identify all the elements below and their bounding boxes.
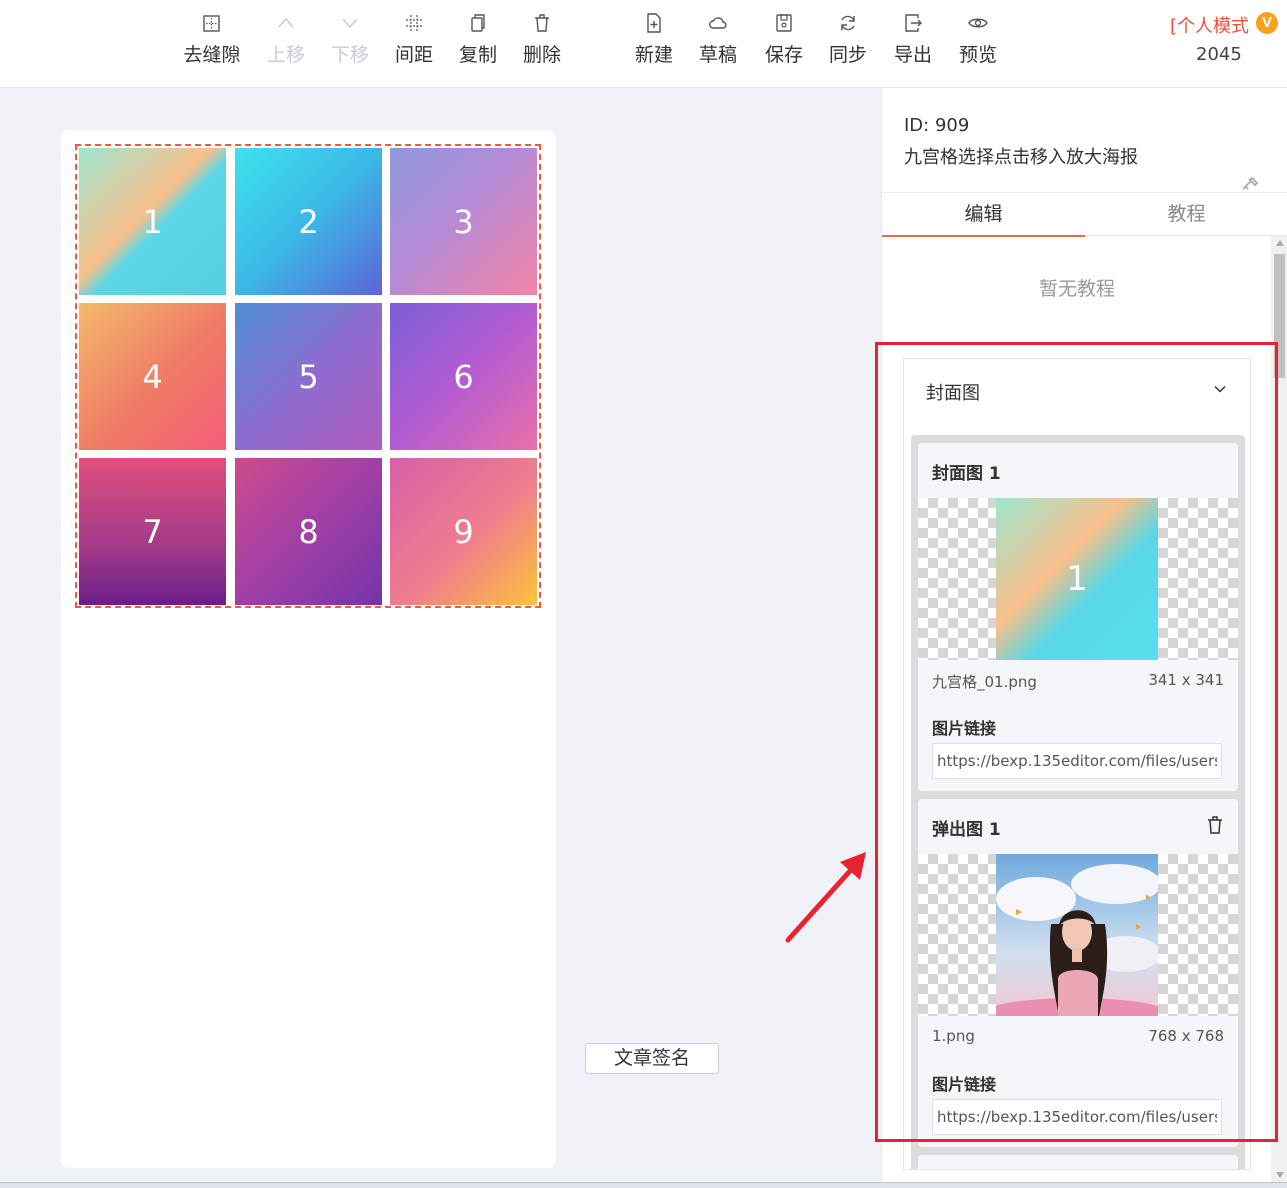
- copy-icon: [471, 14, 485, 32]
- eye-icon: [968, 18, 988, 28]
- move-up-label: 上移: [266, 44, 305, 66]
- vip-badge-icon: V: [1256, 12, 1278, 34]
- save-icon: [776, 14, 792, 32]
- cover-image-section: 封面图 封面图 1 1 九宫格_01.png 341 x 341 图片链接 弹出…: [903, 358, 1251, 1170]
- personal-mode-link[interactable]: [个人模式: [1170, 12, 1249, 38]
- tools-icon[interactable]: [1240, 176, 1260, 192]
- move-down-label: 下移: [330, 44, 369, 66]
- scroll-up-arrow-icon[interactable]: [1276, 240, 1284, 246]
- copy-label: 复制: [458, 44, 497, 66]
- delete-icon: [535, 14, 549, 32]
- next-image-card: [918, 1155, 1238, 1169]
- article-canvas: 1 2 3 4 5 6 7 8 9: [61, 130, 556, 1168]
- save-label: 保存: [764, 44, 803, 66]
- image-preview-area[interactable]: [918, 854, 1238, 1016]
- grid-cell-3[interactable]: 3: [390, 148, 537, 295]
- card-title: 弹出图 1: [932, 820, 1001, 840]
- export-icon: [905, 14, 922, 32]
- image-link-label: 图片链接: [932, 719, 997, 738]
- cloud-icon: [709, 17, 727, 29]
- scroll-thumb[interactable]: [1274, 254, 1285, 378]
- template-title: 九宫格选择点击移入放大海报: [904, 147, 1138, 168]
- image-link-label: 图片链接: [932, 1075, 997, 1094]
- grid-cell-6[interactable]: 6: [390, 303, 537, 450]
- panel-scrollbar[interactable]: [1271, 236, 1287, 1182]
- template-id: ID: 909: [904, 115, 970, 136]
- count-value: 2045: [1196, 44, 1242, 65]
- save-button[interactable]: 保存: [752, 12, 816, 67]
- tab-tutorial[interactable]: 教程: [1085, 193, 1287, 237]
- settings-panel: ID: 909 九宫格选择点击移入放大海报 编辑 教程 暂无教程 封面图 封面图…: [881, 88, 1287, 1182]
- empty-tutorial-tip: 暂无教程: [1038, 278, 1115, 300]
- grid-cell-7[interactable]: 7: [79, 458, 226, 605]
- new-file-icon: [647, 13, 661, 33]
- grid-cell-5[interactable]: 5: [235, 303, 382, 450]
- grid-cell-8[interactable]: 8: [235, 458, 382, 605]
- bottom-strip: [0, 1182, 1287, 1188]
- sync-icon: [841, 15, 855, 31]
- image-list: 封面图 1 1 九宫格_01.png 341 x 341 图片链接 弹出图 1: [911, 435, 1245, 1169]
- delete-button[interactable]: 删除: [510, 12, 574, 67]
- image-preview-area[interactable]: 1: [918, 498, 1238, 660]
- portrait-photo: [996, 854, 1158, 1016]
- popup-image-card: 弹出图 1 1.png 768 x 768 图片链接 https://bexp.…: [918, 799, 1238, 1147]
- export-button[interactable]: 导出: [881, 12, 945, 67]
- cover-section-header[interactable]: 封面图: [904, 359, 1250, 423]
- signature-button[interactable]: 文章签名: [585, 1043, 719, 1074]
- nine-grid[interactable]: 1 2 3 4 5 6 7 8 9: [75, 144, 541, 608]
- move-down-button[interactable]: 下移: [318, 12, 382, 67]
- copy-button[interactable]: 复制: [446, 12, 510, 67]
- tab-edit[interactable]: 编辑: [882, 193, 1085, 237]
- grid-cell-4[interactable]: 4: [79, 303, 226, 450]
- new-button[interactable]: 新建: [622, 12, 686, 67]
- card-title: 封面图 1: [932, 464, 1001, 484]
- chevron-down-icon[interactable]: [1214, 383, 1226, 395]
- remove-gap-label: 去缝隙: [183, 44, 241, 66]
- file-name: 1.png: [932, 1027, 975, 1045]
- grid-cell-1[interactable]: 1: [79, 148, 226, 295]
- grid-cell-9[interactable]: 9: [390, 458, 537, 605]
- cover-image-card: 封面图 1 1 九宫格_01.png 341 x 341 图片链接: [918, 443, 1238, 791]
- image-link-input[interactable]: [932, 1099, 1222, 1135]
- cover-thumbnail: 1: [996, 498, 1158, 660]
- remove-gap-icon: [203, 15, 220, 32]
- preview-button[interactable]: 预览: [946, 12, 1010, 67]
- toolbar: 去缝隙 上移 下移 间距 复制 删除 新建 草稿 保存 同步 导出 预览 [个人…: [0, 0, 1287, 88]
- file-size: 341 x 341: [1148, 671, 1224, 689]
- grid-cell-2[interactable]: 2: [235, 148, 382, 295]
- spacing-label: 间距: [394, 44, 433, 66]
- canvas-area: 1 2 3 4 5 6 7 8 9 文章签名: [0, 88, 881, 1182]
- draft-label: 草稿: [698, 44, 737, 66]
- move-up-button[interactable]: 上移: [254, 12, 318, 67]
- sync-label: 同步: [828, 44, 867, 66]
- trash-icon[interactable]: [1206, 815, 1224, 835]
- remove-gap-button[interactable]: 去缝隙: [180, 12, 244, 67]
- panel-tabs: 编辑 教程: [882, 192, 1287, 237]
- image-link-input[interactable]: [932, 743, 1222, 779]
- scroll-down-arrow-icon[interactable]: [1276, 1172, 1284, 1178]
- sync-button[interactable]: 同步: [816, 12, 880, 67]
- cover-section-title: 封面图: [926, 383, 980, 404]
- preview-label: 预览: [958, 44, 997, 66]
- export-label: 导出: [893, 44, 932, 66]
- spacing-icon: [406, 15, 422, 31]
- delete-label: 删除: [522, 44, 561, 66]
- draft-button[interactable]: 草稿: [686, 12, 750, 67]
- spacing-button[interactable]: 间距: [382, 12, 446, 67]
- move-down-icon: [342, 18, 358, 29]
- move-up-icon: [278, 17, 294, 28]
- new-label: 新建: [634, 44, 673, 66]
- file-name: 九宫格_01.png: [932, 673, 1037, 691]
- file-size: 768 x 768: [1148, 1027, 1224, 1045]
